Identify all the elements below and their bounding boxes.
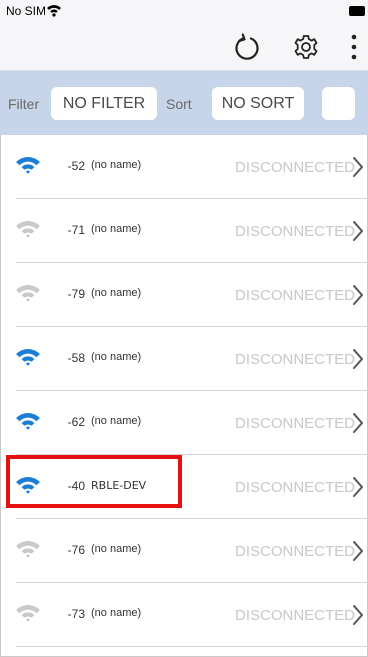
wifi-signal-icon xyxy=(15,155,41,180)
chevron-right-icon[interactable] xyxy=(352,604,364,631)
wifi-signal-icon xyxy=(15,219,41,244)
connection-status-button[interactable]: DISCONNECTED xyxy=(233,533,355,569)
rssi-value: -62 xyxy=(67,415,85,429)
gear-icon[interactable] xyxy=(292,32,320,67)
device-name: (no name) xyxy=(91,607,142,619)
row-divider xyxy=(16,646,368,647)
device-row[interactable]: -76 (no name) DISCONNECTED xyxy=(0,519,368,583)
chevron-right-icon[interactable] xyxy=(352,220,364,247)
device-row[interactable]: -62 (no name) DISCONNECTED xyxy=(0,391,368,455)
wifi-signal-icon xyxy=(15,283,41,308)
rssi-value: -52 xyxy=(67,159,85,173)
filter-bar: Filter NO FILTER Sort NO SORT xyxy=(0,71,368,135)
signal-svg xyxy=(16,157,40,174)
connection-status-button[interactable]: DISCONNECTED xyxy=(233,469,355,505)
filter-button[interactable]: NO FILTER xyxy=(51,87,157,120)
connection-status-button[interactable]: DISCONNECTED xyxy=(233,213,355,249)
rssi-value: -58 xyxy=(67,351,85,365)
wifi-status-icon xyxy=(46,3,62,22)
device-row[interactable]: -73 (no name) DISCONNECTED xyxy=(0,583,368,647)
chevron-right-icon[interactable] xyxy=(352,284,364,311)
nav-bar xyxy=(0,24,368,71)
device-row[interactable]: -71 (no name) DISCONNECTED xyxy=(0,199,368,263)
wifi-signal-icon xyxy=(15,603,41,628)
status-bar: No SIM xyxy=(0,0,368,24)
filter-label: Filter xyxy=(8,96,40,112)
connection-status-button[interactable]: DISCONNECTED xyxy=(233,149,355,185)
device-row[interactable]: -58 (no name) DISCONNECTED xyxy=(0,327,368,391)
battery-icon xyxy=(349,6,365,16)
connection-status-button[interactable]: DISCONNECTED xyxy=(233,277,355,313)
rssi-value: -71 xyxy=(67,223,85,237)
chevron-right-icon[interactable] xyxy=(352,412,364,439)
device-name: (no name) xyxy=(91,351,142,363)
chevron-right-icon[interactable] xyxy=(352,540,364,567)
refresh-icon[interactable] xyxy=(232,33,262,68)
connection-status-button[interactable]: DISCONNECTED xyxy=(233,341,355,377)
device-name: (no name) xyxy=(91,223,142,235)
connection-status-button[interactable]: DISCONNECTED xyxy=(233,597,355,633)
device-row[interactable]: -79 (no name) DISCONNECTED xyxy=(0,263,368,327)
wifi-signal-icon xyxy=(15,347,41,372)
rssi-value: -76 xyxy=(67,543,85,557)
device-name: (no name) xyxy=(91,415,142,427)
more-vertical-icon[interactable] xyxy=(349,30,359,69)
rssi-value: -73 xyxy=(67,607,85,621)
device-name: (no name) xyxy=(91,543,142,555)
device-name: (no name) xyxy=(91,287,142,299)
wifi-signal-icon xyxy=(15,411,41,436)
rssi-value: -79 xyxy=(67,287,85,301)
blank-option-button[interactable] xyxy=(322,87,355,120)
sort-label: Sort xyxy=(166,96,192,112)
sort-button[interactable]: NO SORT xyxy=(212,87,304,120)
highlight-box xyxy=(6,455,182,508)
device-name: (no name) xyxy=(91,159,142,171)
wifi-signal-icon xyxy=(15,539,41,564)
connection-status-button[interactable]: DISCONNECTED xyxy=(233,405,355,441)
chevron-right-icon[interactable] xyxy=(352,476,364,503)
carrier-label: No SIM xyxy=(6,4,47,18)
device-row[interactable]: -52 (no name) DISCONNECTED xyxy=(0,135,368,199)
chevron-right-icon[interactable] xyxy=(352,156,364,183)
chevron-right-icon[interactable] xyxy=(352,348,364,375)
